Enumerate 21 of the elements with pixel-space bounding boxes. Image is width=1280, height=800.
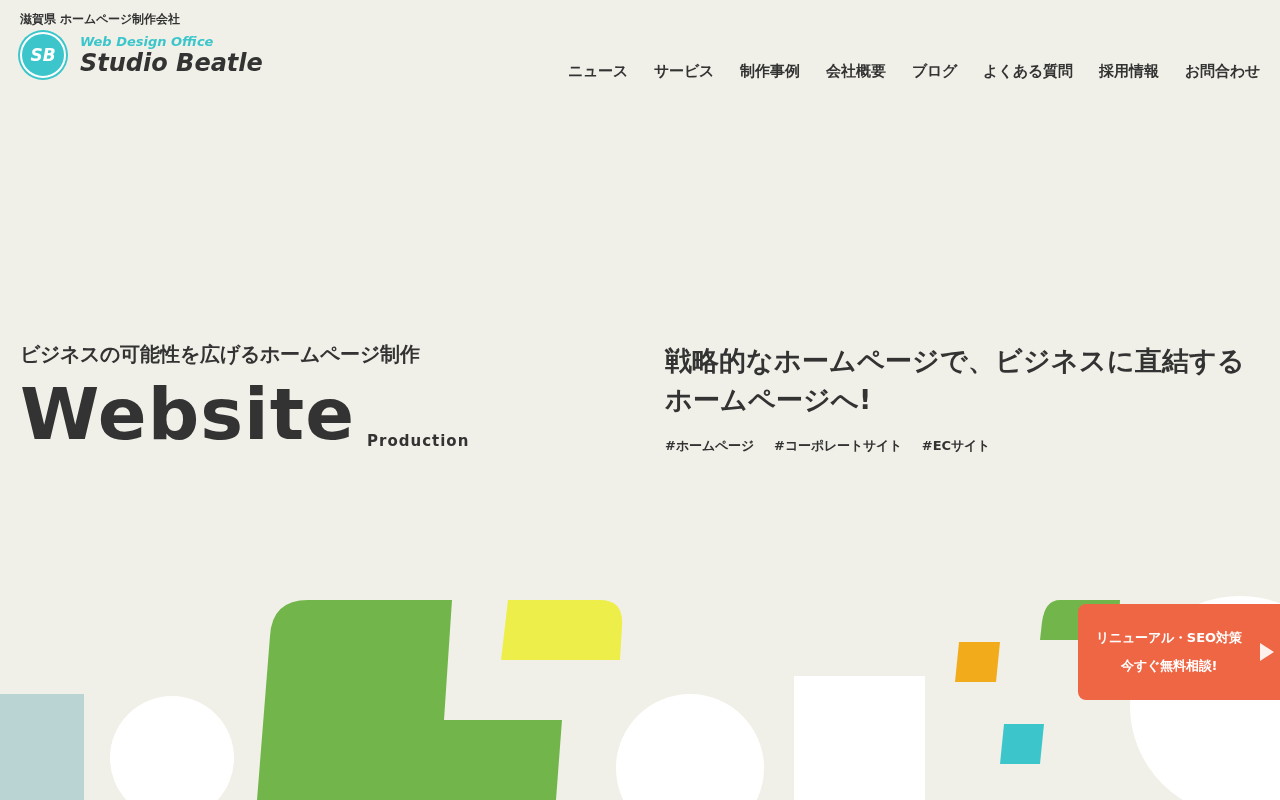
nav-link[interactable]: ブログ <box>912 62 957 81</box>
hero-title-suffix: Production <box>367 432 470 450</box>
nav-link[interactable]: サービス <box>654 62 714 81</box>
hero-headline: 戦略的なホームページで、ビジネスに直結するホームページへ! <box>665 344 1246 418</box>
decorative-tile <box>955 642 1000 682</box>
play-icon <box>1260 643 1274 661</box>
hashtag: #ECサイト <box>921 437 991 456</box>
hero-title: Website <box>20 378 355 450</box>
logo-subtitle: Web Design Office <box>80 35 215 48</box>
tagline: 滋賀県 ホームページ制作会社 <box>20 12 182 26</box>
nav-link[interactable]: 採用情報 <box>1099 62 1159 81</box>
nav-link[interactable]: 会社概要 <box>826 62 886 81</box>
decorative-tile <box>1000 724 1044 764</box>
hashtag: #ホームページ <box>665 437 754 456</box>
hashtag: #コーポレートサイト <box>773 437 902 456</box>
hero-lead: ビジネスの可能性を広げるホームページ制作 <box>20 341 421 368</box>
nav-link[interactable]: ニュース <box>568 62 628 81</box>
logo-name[interactable]: Studio Beatle <box>80 51 263 75</box>
nav-link[interactable]: お問合わせ <box>1185 62 1260 81</box>
nav-link[interactable]: よくある質問 <box>983 62 1073 81</box>
nav-link[interactable]: 制作事例 <box>740 62 800 81</box>
